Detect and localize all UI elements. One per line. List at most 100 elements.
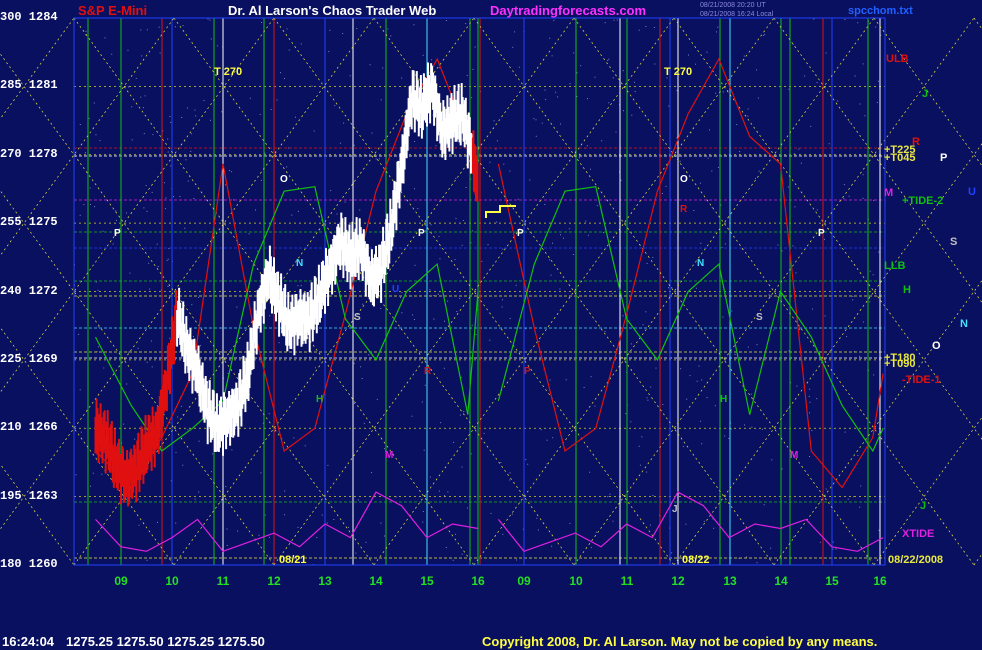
plot-letter: O: [680, 174, 688, 185]
background-dot: [516, 559, 518, 561]
background-dot: [715, 92, 717, 94]
background-dot: [141, 55, 143, 57]
background-dot: [517, 198, 519, 200]
right-label: ULB: [886, 53, 909, 65]
background-dot: [860, 485, 862, 487]
x-tick-label: 09: [114, 574, 128, 588]
background-dot: [638, 445, 640, 447]
background-dot: [609, 493, 611, 495]
background-dot: [169, 337, 171, 339]
background-dot: [668, 287, 669, 289]
background-dot: [170, 121, 172, 123]
background-dot: [321, 514, 323, 516]
background-dot: [665, 185, 667, 187]
background-dot: [229, 170, 230, 172]
x-tick-label: 13: [723, 574, 737, 588]
background-dot: [816, 209, 818, 211]
background-dot: [191, 133, 193, 135]
background-dot: [344, 201, 346, 203]
background-dot: [380, 308, 382, 309]
background-dot: [146, 29, 148, 31]
background-dot: [422, 511, 424, 512]
background-dot: [646, 471, 648, 473]
background-dot: [196, 348, 198, 350]
background-dot: [472, 230, 474, 232]
background-dot: [77, 553, 78, 555]
background-dot: [84, 152, 86, 154]
plot-letter: P: [524, 366, 531, 377]
x-tick-label: 10: [165, 574, 179, 588]
background-dot: [862, 197, 864, 199]
background-dot: [126, 212, 127, 214]
background-dot: [549, 379, 551, 381]
background-dot: [179, 196, 181, 197]
plot-letter: S: [354, 312, 361, 323]
background-dot: [655, 367, 657, 369]
background-dot: [565, 379, 567, 381]
x-tick-label: 13: [318, 574, 332, 588]
background-dot: [595, 531, 597, 533]
background-dot: [819, 541, 821, 543]
background-dot: [622, 70, 624, 72]
background-dot: [679, 160, 681, 162]
background-dot: [623, 110, 624, 112]
background-dot: [424, 384, 426, 386]
background-dot: [353, 362, 355, 364]
background-dot: [652, 495, 654, 496]
background-dot: [182, 464, 184, 466]
background-dot: [844, 19, 846, 20]
background-dot: [447, 491, 449, 493]
x-tick-label: 14: [774, 574, 788, 588]
background-dot: [414, 141, 416, 142]
footer-time: 16:24:04: [2, 634, 55, 649]
background-dot: [363, 422, 365, 424]
background-dot: [89, 204, 91, 205]
background-dot: [734, 354, 736, 355]
background-dot: [481, 260, 483, 262]
background-dot: [604, 22, 606, 24]
background-dot: [756, 344, 758, 346]
background-dot: [739, 151, 741, 153]
right-label: M: [884, 187, 894, 199]
background-dot: [537, 529, 539, 531]
right-label: 08/22/2008: [888, 554, 944, 566]
background-dot: [495, 148, 497, 150]
background-dot: [647, 399, 649, 401]
background-dot: [700, 420, 702, 422]
plot-letter: S: [756, 312, 763, 323]
background-dot: [164, 208, 166, 210]
background-dot: [85, 30, 87, 32]
background-dot: [878, 251, 880, 253]
plot-letter: N: [697, 258, 705, 269]
background-dot: [400, 296, 401, 298]
background-dot: [877, 80, 879, 82]
background-dot: [148, 262, 150, 264]
background-dot: [717, 26, 719, 28]
right-label: -TIDE-1: [902, 374, 941, 386]
background-dot: [412, 314, 414, 316]
background-dot: [857, 454, 859, 456]
background-dot: [489, 339, 491, 341]
background-dot: [455, 217, 457, 219]
right-label: +T090: [884, 358, 916, 370]
background-dot: [152, 134, 154, 136]
background-dot: [435, 145, 437, 147]
background-dot: [747, 346, 749, 348]
background-dot: [509, 170, 511, 172]
background-dot: [159, 52, 161, 54]
background-dot: [440, 422, 442, 424]
background-dot: [226, 528, 228, 530]
background-dot: [501, 306, 503, 308]
background-dot: [509, 318, 511, 319]
background-dot: [768, 294, 770, 296]
x-tick-label: 12: [671, 574, 685, 588]
background-dot: [662, 404, 664, 405]
background-dot: [267, 501, 269, 503]
background-dot: [356, 28, 358, 29]
background-dot: [157, 266, 159, 267]
plot-letter: M: [790, 450, 799, 461]
background-dot: [653, 27, 655, 28]
background-dot: [751, 426, 753, 428]
background-dot: [333, 519, 335, 520]
background-dot: [144, 95, 146, 97]
